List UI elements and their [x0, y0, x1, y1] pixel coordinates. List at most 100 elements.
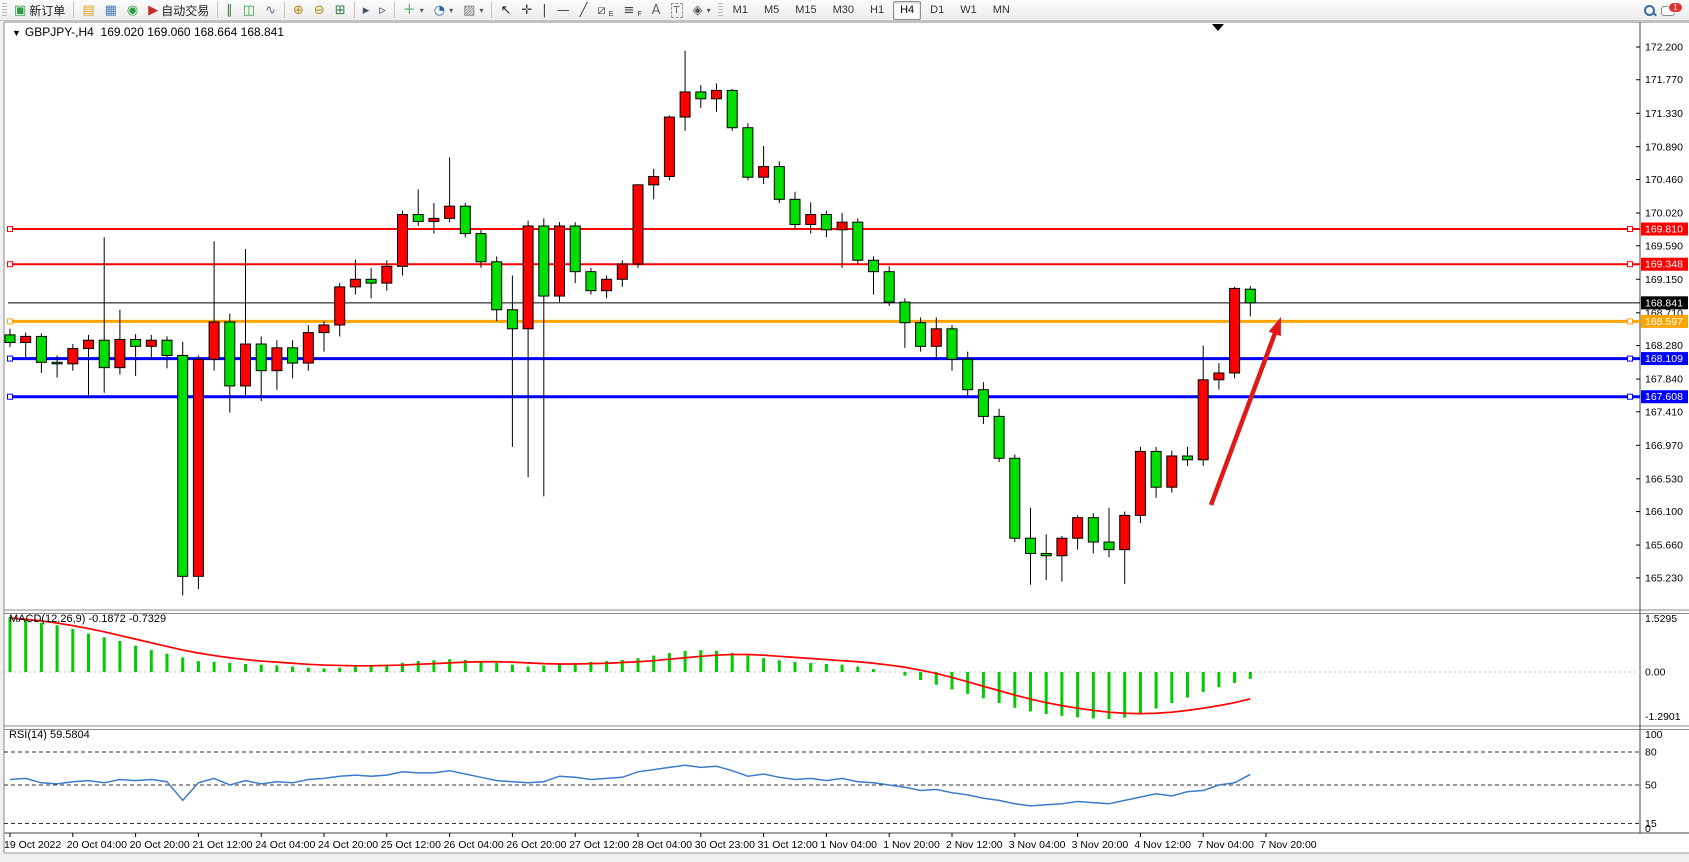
candlestick-button[interactable]: ◫	[238, 0, 260, 20]
price-tick-label: 167.840	[1645, 374, 1683, 386]
price-tick-label: 170.020	[1645, 208, 1683, 220]
candle-body	[602, 279, 612, 290]
candle-body	[115, 339, 125, 367]
vertical-line-icon: |	[542, 4, 546, 17]
fibonacci-button[interactable]: ≡F	[618, 0, 646, 20]
candle-body	[460, 206, 470, 233]
chart-canvas[interactable]: 172.200171.770171.330170.890170.460170.0…	[0, 0, 1689, 862]
autotrading-button[interactable]: ▶自动交易	[143, 0, 214, 20]
periods-icon: ◔	[434, 4, 445, 17]
candle-body	[84, 340, 94, 348]
text-label-button[interactable]: T	[666, 0, 688, 20]
rsi-axis-label: 0	[1645, 823, 1651, 835]
macd-axis-label: 1.5295	[1645, 613, 1677, 625]
timeframe-button-m30[interactable]: M30	[826, 1, 861, 20]
templates-button[interactable]: ▨▾	[458, 0, 488, 20]
time-tick-label: 24 Oct 20:00	[318, 839, 378, 851]
zoom-in-icon: ⊕	[293, 4, 304, 17]
tile-windows-button[interactable]: ⊞	[330, 0, 351, 20]
macd-indicator-label: MACD(12,26,9) -0.1872 -0.7329	[9, 613, 166, 625]
crosshair-button[interactable]: ✛	[516, 0, 537, 20]
hline-end-marker[interactable]	[1628, 262, 1633, 267]
line-chart-button[interactable]: ∿	[260, 0, 281, 20]
timeframe-button-h4[interactable]: H4	[893, 1, 921, 20]
zoom-in-button[interactable]: ⊕	[288, 0, 309, 20]
channel-button[interactable]: ⧄E	[592, 0, 618, 20]
time-tick-label: 3 Nov 04:00	[1009, 839, 1066, 851]
data-window-button[interactable]: ▦	[100, 0, 122, 20]
timeframe-button-w1[interactable]: W1	[953, 1, 984, 20]
periods-button[interactable]: ◔▾	[429, 0, 458, 20]
candle-body	[664, 117, 674, 176]
time-tick-label: 27 Oct 12:00	[569, 839, 629, 851]
collapse-arrow-icon[interactable]: ▼	[12, 28, 21, 38]
chart-shift-button[interactable]: ▹	[374, 0, 391, 20]
hline-end-marker[interactable]	[1628, 319, 1633, 324]
hline-end-marker[interactable]	[1628, 356, 1633, 361]
candle-body	[586, 272, 596, 291]
timeframe-button-m5[interactable]: M5	[757, 1, 786, 20]
chevron-down-icon[interactable]: ▾	[479, 6, 483, 15]
navigator-button[interactable]: ◉	[122, 0, 143, 20]
timeframe-button-mn[interactable]: MN	[986, 1, 1017, 20]
time-tick-label: 30 Oct 23:00	[695, 839, 755, 851]
symbol-period-label: GBPJPY-,H4	[25, 25, 94, 39]
horizontal-line-button[interactable]: —	[552, 0, 575, 20]
chevron-down-icon[interactable]: ▾	[420, 6, 424, 15]
notifications-icon[interactable]: 1	[1661, 5, 1675, 16]
market-watch-button[interactable]: ▤	[77, 0, 99, 20]
tile-windows-icon: ⊞	[335, 4, 346, 17]
candle-body	[193, 359, 203, 576]
rsi-axis-label: 100	[1645, 729, 1663, 741]
arrows-button[interactable]: ◈▾	[688, 0, 716, 20]
time-tick-label: 2 Nov 12:00	[946, 839, 1003, 851]
candle-body	[570, 226, 580, 272]
price-tick-label: 169.590	[1645, 240, 1683, 252]
hline-end-marker[interactable]	[1628, 227, 1633, 232]
chevron-down-icon[interactable]: ▾	[449, 6, 453, 15]
timeframe-button-m1[interactable]: M1	[726, 1, 755, 20]
candle-body	[476, 234, 486, 262]
candle-body	[806, 215, 816, 225]
price-tick-label: 166.970	[1645, 440, 1683, 452]
hline-price-chip-label: 169.348	[1645, 259, 1683, 271]
hline-end-marker[interactable]	[1628, 394, 1633, 399]
candle-body	[523, 226, 533, 329]
time-tick-label: 28 Oct 04:00	[632, 839, 692, 851]
chevron-down-icon[interactable]: ▾	[707, 6, 711, 15]
hline-end-marker[interactable]	[8, 262, 13, 267]
timeframe-button-h1[interactable]: H1	[863, 1, 891, 20]
search-icon[interactable]	[1644, 5, 1655, 16]
indicators-button[interactable]: ＋▾	[398, 0, 429, 20]
candle-body	[680, 92, 690, 117]
candle-body	[52, 362, 62, 364]
candle-body	[1057, 538, 1067, 556]
hline-price-chip-label: 168.841	[1645, 297, 1683, 309]
hline-end-marker[interactable]	[8, 356, 13, 361]
price-tick-label: 165.230	[1645, 572, 1683, 584]
hline-end-marker[interactable]	[8, 227, 13, 232]
time-tick-label: 1 Nov 04:00	[820, 839, 877, 851]
trendline-button[interactable]: ╱	[575, 0, 593, 20]
new-order-button[interactable]: ▣新订单	[9, 0, 70, 20]
timeframe-button-d1[interactable]: D1	[923, 1, 951, 20]
price-tick-label: 170.890	[1645, 141, 1683, 153]
vertical-line-button[interactable]: |	[537, 0, 551, 20]
zoom-out-button[interactable]: ⊖	[309, 0, 330, 20]
timeframe-button-m15[interactable]: M15	[788, 1, 823, 20]
horizontal-line-icon: —	[557, 4, 570, 17]
hline-end-marker[interactable]	[8, 394, 13, 399]
time-tick-label: 7 Nov 04:00	[1197, 839, 1254, 851]
bar-chart-button[interactable]: ∥	[221, 0, 238, 20]
candle-body	[1135, 451, 1145, 515]
autotrading-button-label: 自动交易	[161, 2, 209, 19]
price-tick-label: 166.100	[1645, 506, 1683, 518]
hline-end-marker[interactable]	[8, 319, 13, 324]
cursor-button[interactable]: ↖	[495, 0, 516, 20]
chart-background[interactable]	[4, 22, 1689, 853]
candle-body	[303, 333, 313, 363]
candle-body	[288, 348, 298, 363]
autoscroll-button[interactable]: ▸	[358, 0, 375, 20]
text-button[interactable]: A	[647, 0, 666, 20]
candle-body	[382, 266, 392, 283]
